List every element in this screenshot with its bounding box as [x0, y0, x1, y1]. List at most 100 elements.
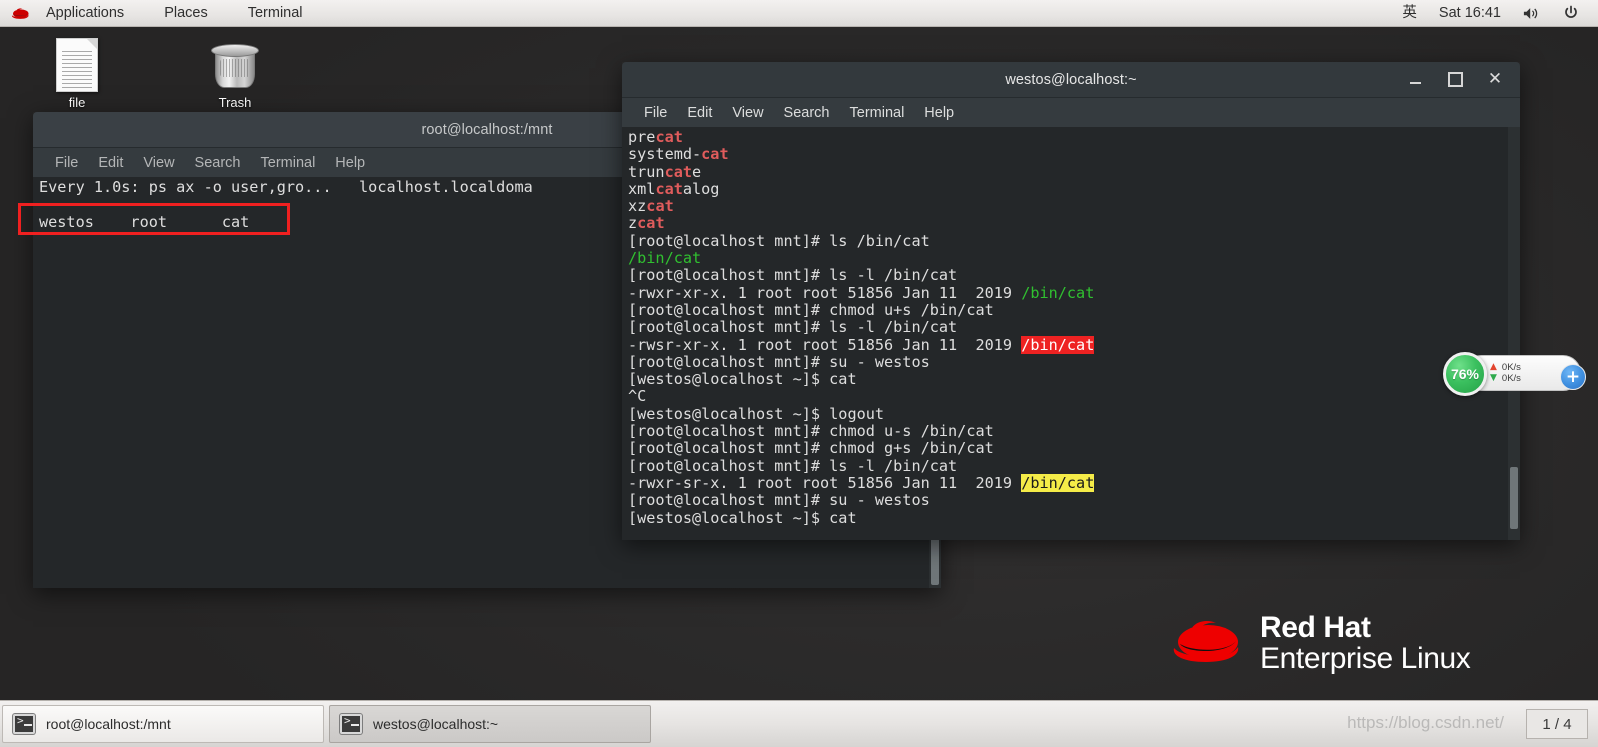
terminal-westos-line: [westos@localhost ~]$ cat	[625, 371, 1520, 388]
desktop-icon-file[interactable]: file	[34, 34, 120, 110]
menu-help[interactable]: Help	[325, 155, 375, 171]
menu-edit[interactable]: Edit	[677, 105, 722, 121]
menu-search[interactable]: Search	[774, 105, 840, 121]
cpu-percent-badge[interactable]: 76%	[1443, 352, 1487, 396]
window-title-westos: westos@localhost:~	[1005, 71, 1137, 88]
terminal-root-segment: Every 1.0s: ps ax -o user,gro... localho…	[39, 178, 533, 196]
desktop-screen: Red Hat Enterprise Linux file Trash root…	[0, 0, 1598, 747]
rhel-brand-line2: Enterprise Linux	[1260, 641, 1471, 675]
terminal-root-segment: westos root cat	[39, 212, 250, 231]
terminal-westos-line: [root@localhost mnt]# chmod u-s /bin/cat	[625, 422, 1520, 441]
maximize-button[interactable]	[1446, 71, 1464, 89]
terminal-westos-segment: cat	[701, 145, 729, 164]
volume-icon[interactable]	[1512, 0, 1552, 26]
taskbar-item-root-label: root@localhost:/mnt	[46, 716, 171, 732]
desktop-icon-trash[interactable]: Trash	[192, 34, 278, 110]
terminal-westos-line: ^C	[625, 388, 1520, 405]
terminal-westos-segment: [root@localhost mnt]# su - westos	[628, 352, 930, 371]
terminal-westos-segment: [root@localhost mnt]# chmod u-s /bin/cat	[628, 422, 994, 441]
arrow-up-icon: ▲	[1490, 362, 1497, 372]
terminal-westos-segment: cat	[646, 197, 674, 216]
ime-indicator[interactable]: 英	[1391, 0, 1428, 26]
terminal-westos-segment: cat	[655, 179, 683, 198]
terminal-westos-line: [westos@localhost ~]$ logout	[625, 404, 1520, 423]
desktop-icon-file-label: file	[68, 95, 86, 110]
panel-menu-places[interactable]: Places	[152, 0, 220, 26]
top-panel[interactable]: Applications Places Terminal 英 Sat 16:41	[0, 0, 1598, 27]
taskbar-item-westos-label: westos@localhost:~	[373, 716, 499, 732]
terminal-westos-segment: /bin/cat	[628, 249, 702, 268]
desktop-icon-trash-label: Trash	[218, 95, 252, 110]
menubar-westos[interactable]: File Edit View Search Terminal Help	[622, 98, 1520, 127]
panel-menu-terminal[interactable]: Terminal	[236, 0, 315, 26]
terminal-westos-segment: -rwsr-xr-x. 1 root root 51856 Jan 11 201…	[628, 335, 1022, 354]
redhat-logo-icon[interactable]	[6, 6, 34, 21]
add-button[interactable]: +	[1560, 364, 1586, 390]
menu-file[interactable]: File	[634, 105, 677, 121]
terminal-icon	[13, 714, 35, 734]
rhel-brand-line1: Red Hat	[1260, 610, 1371, 644]
terminal-output-westos[interactable]: precat systemd-cat truncate xmlcatalog xzcat…	[622, 127, 1520, 540]
panel-menu-applications[interactable]: Applications	[34, 0, 136, 26]
terminal-westos-segment: -rwxr-xr-x. 1 root root 51856 Jan 11 201…	[628, 283, 1022, 302]
titlebar-westos[interactable]: westos@localhost:~ ✕	[622, 62, 1520, 98]
terminal-westos-line: [root@localhost mnt]# su - westos	[625, 352, 1520, 371]
menu-search[interactable]: Search	[185, 155, 251, 171]
terminal-westos-segment: /bin/cat	[1021, 283, 1095, 302]
terminal-westos-segment: [root@localhost mnt]# ls -l /bin/cat	[628, 266, 958, 285]
terminal-westos-segment: [root@localhost mnt]# chmod g+s /bin/cat	[628, 439, 994, 458]
terminal-westos-segment: [root@localhost mnt]# su - westos	[628, 491, 930, 510]
close-icon[interactable]: ✕	[1486, 71, 1504, 89]
terminal-westos-segment: systemd-	[628, 145, 702, 164]
scrollbar-westos[interactable]	[1508, 127, 1520, 540]
terminal-westos-segment: [westos@localhost ~]$ logout	[628, 404, 885, 423]
terminal-westos-segment: /bin/cat	[1021, 473, 1095, 492]
menu-edit[interactable]: Edit	[88, 155, 133, 171]
terminal-westos-segment: xml	[628, 179, 656, 198]
terminal-westos-segment: z	[628, 214, 638, 233]
terminal-westos-segment: trun	[628, 162, 665, 181]
upload-rate: 0K/s	[1501, 362, 1521, 373]
panel-status-area: 英 Sat 16:41	[1391, 0, 1598, 26]
rhel-brand-text: Red Hat Enterprise Linux	[1260, 610, 1471, 675]
terminal-westos-segment: /bin/cat	[1021, 335, 1095, 354]
terminal-westos-line: [root@localhost mnt]# ls -l /bin/cat	[625, 456, 1520, 475]
terminal-westos-segment: [westos@localhost ~]$ cat	[628, 370, 857, 389]
terminal-westos-line: precat	[625, 128, 1520, 146]
terminal-westos-segment: e	[692, 162, 702, 181]
terminal-westos-segment: [root@localhost mnt]# chmod u+s /bin/cat	[628, 300, 994, 319]
terminal-westos-segment: alog	[682, 179, 720, 198]
terminal-window-westos[interactable]: westos@localhost:~ ✕ File Edit View Sear…	[622, 62, 1520, 540]
terminal-westos-line: xzcat	[625, 198, 1520, 215]
trash-icon	[192, 34, 278, 92]
menu-terminal[interactable]: Terminal	[251, 155, 326, 171]
terminal-westos-segment: cat	[637, 214, 665, 233]
terminal-westos-segment: -rwxr-sr-x. 1 root root 51856 Jan 11 201…	[628, 473, 1022, 492]
terminal-westos-segment: xz	[628, 197, 647, 216]
terminal-westos-line: xmlcatalog	[625, 179, 1520, 198]
terminal-westos-line: /bin/cat	[625, 249, 1520, 268]
menu-terminal[interactable]: Terminal	[840, 105, 915, 121]
terminal-westos-segment: cat	[664, 162, 693, 181]
menu-view[interactable]: View	[133, 155, 184, 171]
terminal-westos-line: [root@localhost mnt]# ls -l /bin/cat	[625, 319, 1520, 336]
terminal-westos-segment: [westos@localhost ~]$ cat	[628, 508, 857, 527]
taskbar-item-root[interactable]: root@localhost:/mnt	[2, 705, 324, 743]
workspace-indicator[interactable]: 1 / 4	[1526, 709, 1588, 739]
terminal-westos-segment: [root@localhost mnt]# ls -l /bin/cat	[628, 456, 958, 475]
menu-help[interactable]: Help	[914, 105, 964, 121]
clock[interactable]: Sat 16:41	[1428, 0, 1512, 26]
terminal-westos-line: -rwxr-sr-x. 1 root root 51856 Jan 11 201…	[625, 473, 1520, 492]
menu-view[interactable]: View	[722, 105, 773, 121]
menu-file[interactable]: File	[45, 155, 88, 171]
terminal-westos-segment: [root@localhost mnt]# ls /bin/cat	[628, 231, 930, 250]
terminal-westos-line: [root@localhost mnt]# ls /bin/cat	[625, 231, 1520, 250]
speed-arrows: ▲ ▼	[1490, 362, 1497, 384]
minimize-button[interactable]	[1406, 71, 1424, 89]
terminal-westos-line: [root@localhost mnt]# ls -l /bin/cat	[625, 267, 1520, 284]
taskbar[interactable]: root@localhost:/mnt westos@localhost:~ 1…	[0, 700, 1598, 747]
scrollbar-thumb-westos[interactable]	[1510, 467, 1518, 529]
terminal-westos-segment: cat	[655, 128, 683, 146]
power-icon[interactable]	[1552, 0, 1590, 26]
taskbar-item-westos[interactable]: westos@localhost:~	[329, 705, 651, 743]
